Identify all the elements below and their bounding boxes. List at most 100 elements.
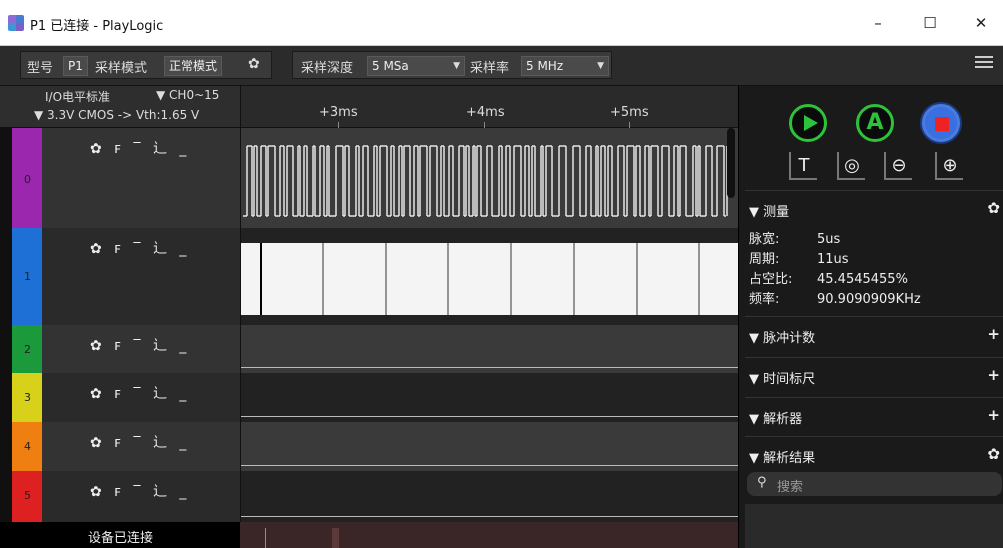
mode-value[interactable]: 正常模式	[164, 56, 223, 76]
channel-row-3[interactable]: 3 ✿ ꜰ ‾ ⻌ _	[0, 373, 240, 422]
waveform-ch0[interactable]	[240, 128, 738, 228]
waveform-ch1[interactable]	[240, 228, 739, 325]
channel-number: 3	[24, 391, 31, 404]
pulse-count-title: ▼ 脉冲计数	[749, 331, 816, 346]
zoom-fit-icon[interactable]: ◎	[837, 152, 865, 180]
decode-results-section[interactable]: ▼ 解析结果 ✿	[745, 436, 1003, 474]
decode-results-list[interactable]	[745, 504, 1003, 548]
decoder-section[interactable]: ▼ 解析器 +	[745, 397, 1003, 435]
zoom-in-icon[interactable]: ⊕	[935, 152, 963, 180]
toolbar: 型号 P1 采样模式 正常模式 ✿ 采样深度 5 MSa ▼ 采样率 5 MHz ▼	[0, 46, 1003, 86]
time-ruler-section[interactable]: ▼ 时间标尺 +	[745, 357, 1003, 395]
trigger-buttons[interactable]: ✿ ꜰ ‾ ⻌ _	[90, 481, 190, 501]
decoder-add-icon[interactable]: +	[987, 406, 1000, 424]
device-group: 型号 P1 采样模式 正常模式 ✿	[20, 51, 272, 79]
duty-label: 占空比:	[749, 272, 793, 287]
rate-value: 5 MHz	[526, 59, 564, 73]
channel-controls: ✿ ꜰ ‾ ⻌ _	[42, 471, 240, 522]
measure-gear-icon[interactable]: ✿	[987, 199, 1000, 217]
overview-bar[interactable]	[240, 522, 738, 548]
measure-section: ▼ 测量 ✿	[745, 190, 1003, 228]
channel-row-1[interactable]: 1 ✿ ꜰ ‾ ⻌ _	[0, 228, 240, 325]
channel-row-0[interactable]: 0 ✿ ꜰ ‾ ⻌ _	[0, 128, 240, 228]
freq-value: 90.9090909KHz	[817, 292, 921, 307]
maximize-button[interactable]: ☐	[915, 10, 945, 36]
trigger-buttons[interactable]: ✿ ꜰ ‾ ⻌ _	[90, 138, 190, 158]
search-input[interactable]: ⚲ 搜索	[747, 472, 1002, 496]
rate-label: 采样率	[470, 61, 510, 76]
rate-chevron-down-icon: ▼	[597, 61, 604, 71]
waveform-ch1-trace	[241, 243, 739, 315]
time-tick: +4ms	[466, 105, 505, 120]
text-tool-icon[interactable]: T	[789, 152, 817, 180]
right-panel: A T ◎ ⊖ ⊕ ▼ 测量 ✿ 脉宽: 5us 周期: 11us 占空比: 45.4…	[738, 86, 1003, 548]
waveform-ch2[interactable]	[240, 325, 738, 373]
model-value[interactable]: P1	[63, 56, 88, 76]
channel-controls: ✿ ꜰ ‾ ⻌ _	[42, 373, 240, 422]
pulse-count-section[interactable]: ▼ 脉冲计数 +	[745, 316, 1003, 354]
pulse-count-add-icon[interactable]: +	[987, 325, 1000, 343]
status-bar: 设备已连接	[0, 522, 240, 548]
channel-controls: ✿ ꜰ ‾ ⻌ _	[42, 228, 240, 325]
depth-value: 5 MSa	[372, 59, 409, 73]
freq-label: 频率:	[749, 292, 780, 307]
period-row: 周期: 11us	[749, 248, 989, 268]
channel-row-4[interactable]: 4 ✿ ꜰ ‾ ⻌ _	[0, 422, 240, 471]
voltage-select[interactable]: ▼ 3.3V CMOS -> Vth:1.65 V	[34, 108, 199, 122]
decoder-title: ▼ 解析器	[749, 412, 803, 427]
channel-edge	[0, 325, 12, 373]
channel-header: I/O电平标准 ▼ CH0~15 ▼ 3.3V CMOS -> Vth:1.65…	[0, 86, 240, 128]
mode-label: 采样模式	[95, 61, 148, 76]
close-button[interactable]: ✕	[966, 10, 996, 36]
waveform-scrollbar[interactable]	[727, 128, 735, 198]
waveform-ch4[interactable]	[240, 422, 738, 471]
sampling-group: 采样深度 5 MSa ▼ 采样率 5 MHz ▼	[292, 51, 612, 79]
channel-number: 5	[24, 489, 31, 502]
view-window-marker[interactable]	[332, 528, 339, 548]
io-standard-label[interactable]: I/O电平标准	[45, 88, 110, 105]
rate-select[interactable]: 5 MHz ▼	[521, 56, 609, 76]
pulse-width-value: 5us	[817, 232, 841, 247]
duty-value: 45.4545455%	[817, 272, 908, 287]
low-level-line	[241, 416, 738, 417]
low-level-line	[241, 367, 738, 368]
auto-trigger-icon[interactable]: A	[856, 104, 894, 142]
trigger-buttons[interactable]: ✿ ꜰ ‾ ⻌ _	[90, 238, 190, 258]
trigger-buttons[interactable]: ✿ ꜰ ‾ ⻌ _	[90, 335, 190, 355]
low-level-line	[241, 516, 738, 517]
app-logo-icon	[8, 15, 24, 31]
zoom-out-icon[interactable]: ⊖	[884, 152, 912, 180]
trigger-buttons[interactable]: ✿ ꜰ ‾ ⻌ _	[90, 383, 190, 403]
pulse-width-label: 脉宽:	[749, 232, 780, 247]
time-ruler-add-icon[interactable]: +	[987, 366, 1000, 384]
channel-edge	[0, 128, 12, 228]
title-bar: P1 已连接 - PlayLogic – ☐ ✕	[0, 0, 1003, 46]
decode-results-gear-icon[interactable]: ✿	[987, 445, 1000, 463]
depth-select[interactable]: 5 MSa ▼	[367, 56, 465, 76]
cursor-marker[interactable]	[265, 528, 266, 548]
run-play-icon[interactable]	[789, 104, 827, 142]
channel-edge	[0, 422, 12, 471]
channel-number: 1	[24, 270, 31, 283]
freq-row: 频率: 90.9090909KHz	[749, 288, 989, 308]
waveform-ch0-trace	[243, 145, 728, 217]
trigger-buttons[interactable]: ✿ ꜰ ‾ ⻌ _	[90, 432, 190, 452]
channel-row-5[interactable]: 5 ✿ ꜰ ‾ ⻌ _	[0, 471, 240, 522]
channel-number: 0	[24, 173, 31, 186]
duty-row: 占空比: 45.4545455%	[749, 268, 989, 288]
channel-range-select[interactable]: ▼ CH0~15	[156, 88, 219, 102]
pulse-width-row: 脉宽: 5us	[749, 228, 989, 248]
settings-gear-icon[interactable]: ✿	[248, 56, 260, 72]
low-level-line	[241, 465, 738, 466]
measure-title[interactable]: ▼ 测量	[749, 201, 789, 220]
channel-controls: ✿ ꜰ ‾ ⻌ _	[42, 128, 240, 228]
hamburger-menu-icon[interactable]	[975, 53, 997, 75]
channel-row-2[interactable]: 2 ✿ ꜰ ‾ ⻌ _	[0, 325, 240, 373]
channel-controls: ✿ ꜰ ‾ ⻌ _	[42, 325, 240, 373]
window-title: P1 已连接 - PlayLogic	[30, 19, 164, 34]
waveform-ch3[interactable]	[240, 373, 738, 422]
minimize-button[interactable]: –	[863, 10, 893, 36]
stop-icon[interactable]	[922, 104, 960, 142]
status-text: 设备已连接	[88, 531, 154, 546]
waveform-ch5[interactable]	[240, 471, 738, 522]
